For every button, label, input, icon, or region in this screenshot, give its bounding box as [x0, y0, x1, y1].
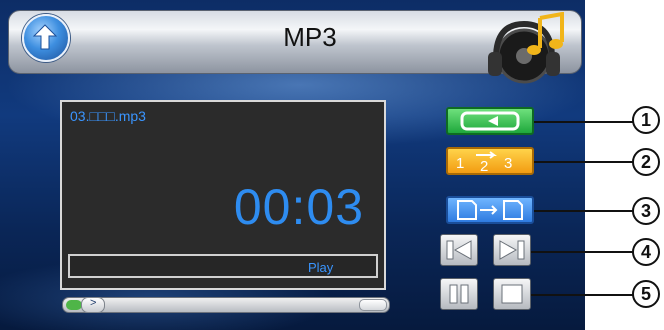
music-headphones-icon	[488, 12, 564, 84]
stop-button[interactable]	[493, 278, 531, 310]
callout-line-5	[531, 294, 634, 296]
callout-line-4	[531, 251, 634, 253]
svg-text:1: 1	[456, 155, 464, 172]
elapsed-time: 00:03	[233, 179, 364, 235]
skip-forward-icon	[499, 240, 525, 260]
callout-3: 3	[632, 197, 660, 225]
next-track-button[interactable]	[493, 234, 531, 266]
callout-4: 4	[632, 238, 660, 266]
track-display-panel: 03.□□□.mp3 00:03 Play	[60, 100, 386, 290]
sequence-order-icon: 1 2 3	[456, 151, 512, 175]
stop-icon	[501, 284, 523, 304]
up-arrow-icon	[32, 24, 58, 50]
callout-5: 5	[632, 280, 660, 308]
callout-2: 2	[632, 148, 660, 176]
back-button[interactable]	[22, 14, 70, 62]
callout-1: 1	[632, 106, 660, 134]
callout-line-2	[534, 161, 634, 163]
continuous-play-button[interactable]	[446, 196, 534, 224]
repeat-icon	[460, 111, 520, 131]
pause-icon	[449, 284, 469, 304]
progress-slider[interactable]: >	[62, 297, 390, 313]
progress-fill	[66, 300, 82, 310]
play-order-button[interactable]: 1 2 3	[446, 147, 534, 175]
svg-text:2: 2	[480, 158, 488, 173]
previous-track-button[interactable]	[440, 234, 478, 266]
callout-line-3	[534, 210, 634, 212]
callout-line-1	[534, 121, 634, 123]
play-arrow-icon: >	[90, 297, 97, 309]
mp3-player-screen: MP3 03.□□□.mp3 00:03 Play > 1 2 3	[0, 0, 585, 330]
track-filename: 03.□□□.mp3	[70, 108, 146, 124]
svg-text:3: 3	[504, 155, 512, 172]
progress-handle[interactable]: >	[81, 297, 105, 313]
repeat-mode-button[interactable]	[446, 107, 534, 135]
file-to-file-icon	[457, 200, 523, 220]
skip-back-icon	[446, 240, 472, 260]
status-bar: Play	[68, 254, 378, 278]
pause-button[interactable]	[440, 278, 478, 310]
progress-end-cap	[359, 299, 387, 311]
play-status: Play	[308, 260, 334, 275]
page-title: MP3	[283, 22, 337, 52]
